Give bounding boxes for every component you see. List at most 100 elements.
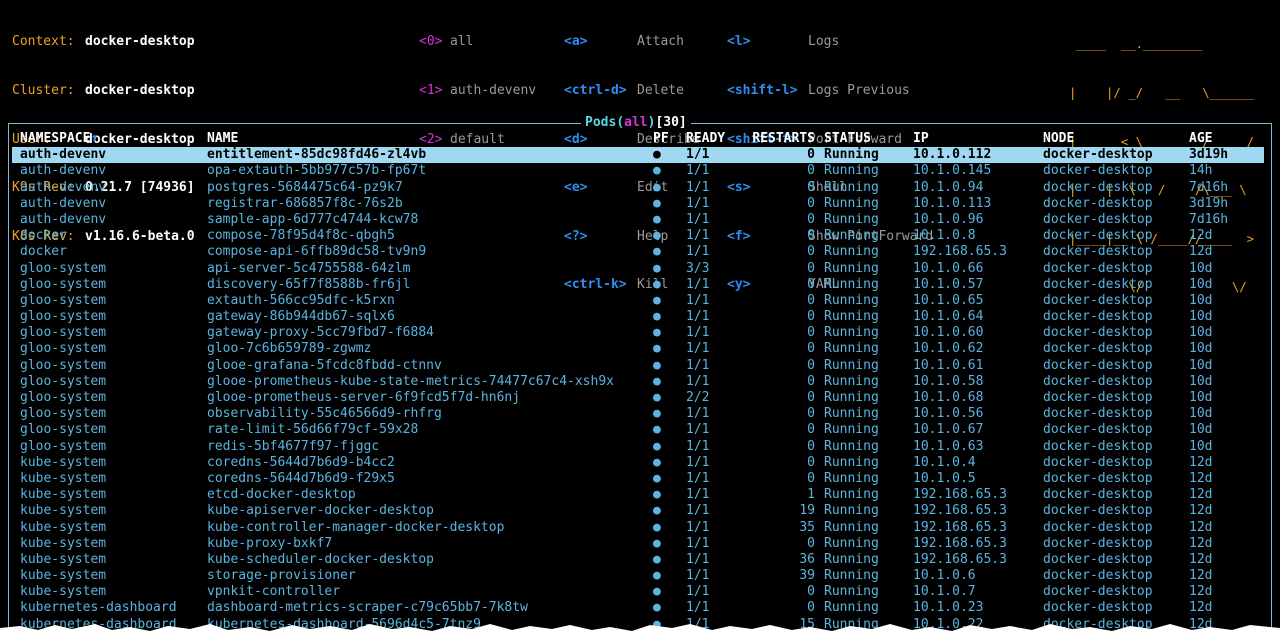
cell-ip: 10.1.0.64 <box>913 309 984 325</box>
table-row[interactable]: kube-system etcd-docker-desktop ● 1/1 1 Runni… <box>12 487 1264 503</box>
cell-pf: ● <box>653 535 661 551</box>
table-row[interactable]: auth-devenv registrar-686857f8c-76s2b ● 1/1… <box>12 196 1264 212</box>
cell-ready: 1/1 <box>686 309 710 325</box>
cell-ready: 1/1 <box>686 406 710 422</box>
column-header-node[interactable]: NODE <box>1043 131 1074 147</box>
table-row[interactable]: kube-system storage-provisioner ● 1/1 39 Runn… <box>12 568 1264 584</box>
table-row[interactable]: gloo-system glooe-prometheus-kube-state-m… <box>12 374 1264 390</box>
cell-restarts: 35 <box>799 519 815 535</box>
table-row[interactable]: kube-system kube-controller-manager-docke… <box>12 520 1264 536</box>
column-header-ready[interactable]: READY <box>686 131 725 147</box>
cell-status: Running <box>824 147 879 163</box>
cell-name: gloo-7c6b659789-zgwmz <box>207 341 372 357</box>
cell-age: 3d19h <box>1189 147 1229 163</box>
table-row[interactable]: gloo-system gateway-86b944db67-sqlx6 ● 1/1 0… <box>12 309 1264 325</box>
cell-pf: ● <box>653 276 661 292</box>
cell-pf: ● <box>653 422 661 438</box>
cell-status: Running <box>824 292 879 308</box>
frame-paren-close: ) <box>647 115 656 130</box>
table-row[interactable]: kube-system kube-scheduler-docker-desktop… <box>12 552 1264 568</box>
table-row[interactable]: gloo-system gateway-proxy-5cc79fbd7-f6884… <box>12 325 1264 341</box>
logo-line: ____ __.________ <box>1069 37 1255 52</box>
table-row[interactable]: gloo-system discovery-65f7f8588b-fr6jl ● 1/… <box>12 277 1264 293</box>
cell-node: docker-desktop <box>1043 244 1153 260</box>
table-row[interactable]: kube-system kube-apiserver-docker-desktop… <box>12 503 1264 519</box>
cell-restarts: 0 <box>807 195 815 211</box>
column-header-restarts[interactable]: RESTARTS <box>727 131 815 147</box>
cell-pf: ● <box>653 406 661 422</box>
namespace-shortcut[interactable]: <1> auth-devenv <box>419 83 536 99</box>
namespace-shortcut[interactable]: <0> all <box>419 34 536 50</box>
table-row[interactable]: kubernetes-dashboard dashboard-metrics-sc… <box>12 600 1264 616</box>
table-row[interactable]: kube-system coredns-5644d7b6d9-f29x5 ● 1/1 0… <box>12 471 1264 487</box>
cell-namespace: kube-system <box>20 535 107 551</box>
table-header: NAMESPACE↑ NAME PF READY RESTARTS STATUS… <box>12 131 1264 147</box>
table-row[interactable]: auth-devenv postgres-5684475c64-pz9k7 ● 1/1… <box>12 180 1264 196</box>
table-row[interactable]: gloo-system extauth-566cc95dfc-k5rxn ● 1/1 0… <box>12 293 1264 309</box>
cell-ready: 1/1 <box>686 325 710 341</box>
cell-pf: ● <box>653 163 661 179</box>
cell-name: glooe-prometheus-server-6f9fcd5f7d-hn6nj <box>207 390 521 405</box>
table-row[interactable]: auth-devenv sample-app-6d777c4744-kcw78 ● 1… <box>12 212 1264 228</box>
table-row[interactable]: gloo-system rate-limit-56d66f79cf-59x28 ● 1… <box>12 422 1264 438</box>
cell-pf: ● <box>653 309 661 325</box>
cell-ready: 1/1 <box>686 179 710 195</box>
cell-node: docker-desktop <box>1043 325 1153 341</box>
cell-ip: 10.1.0.63 <box>913 438 984 454</box>
table-row[interactable]: gloo-system api-server-5c4755588-64zlm ● 3/… <box>12 261 1264 277</box>
table-row[interactable]: docker compose-api-6ffb89dc58-tv9n9 ● 1/1 0 R… <box>12 244 1264 260</box>
menu-item[interactable]: <shift-l> Logs Previous <box>727 83 933 99</box>
table-row[interactable]: gloo-system redis-5bf4677f97-fjggc ● 1/1 0 Ru… <box>12 439 1264 455</box>
table-row[interactable]: kube-system kube-proxy-bxkf7 ● 1/1 0 Running 1… <box>12 536 1264 552</box>
cell-namespace: kube-system <box>20 503 107 519</box>
cell-pf: ● <box>653 390 661 405</box>
table-row[interactable]: gloo-system glooe-prometheus-server-6f9fc… <box>12 390 1264 406</box>
cell-ready: 1/1 <box>686 487 710 503</box>
cell-namespace: gloo-system <box>20 390 107 405</box>
table-row[interactable]: kube-system coredns-5644d7b6d9-b4cc2 ● 1/1 0… <box>12 455 1264 471</box>
shortcut-label: all <box>450 34 474 50</box>
table-row[interactable]: gloo-system glooe-grafana-5fcdc8fbdd-ctnn… <box>12 358 1264 374</box>
table-row[interactable]: auth-devenv opa-extauth-5bb977c57b-fp67t ●… <box>12 163 1264 179</box>
cell-ready: 1/1 <box>686 357 710 373</box>
menu-item[interactable]: <l> Logs <box>727 34 933 50</box>
column-header-namespace[interactable]: NAMESPACE↑ <box>20 131 98 147</box>
cell-restarts: 0 <box>807 406 815 422</box>
cell-ip: 192.168.65.3 <box>913 519 1007 535</box>
cell-pf: ● <box>653 487 661 503</box>
cell-name: coredns-5644d7b6d9-b4cc2 <box>207 454 395 470</box>
cell-ip: 10.1.0.5 <box>913 470 976 486</box>
cell-ip: 10.1.0.8 <box>913 228 976 244</box>
table-row[interactable]: kube-system vpnkit-controller ● 1/1 0 Running… <box>12 584 1264 600</box>
cell-status: Running <box>824 179 879 195</box>
menu-item[interactable]: <ctrl-d> Delete <box>564 83 700 99</box>
table-row[interactable]: gloo-system gloo-7c6b659789-zgwmz ● 1/1 0 Run… <box>12 341 1264 357</box>
cell-restarts: 0 <box>807 163 815 179</box>
column-header-status[interactable]: STATUS <box>824 131 871 147</box>
cell-namespace: docker <box>20 244 67 260</box>
cell-status: Running <box>824 584 879 600</box>
cell-ready: 1/1 <box>686 535 710 551</box>
column-header-age[interactable]: AGE <box>1189 131 1212 147</box>
column-header-ip[interactable]: IP <box>913 131 929 147</box>
menu-item[interactable]: <a> Attach <box>564 34 700 50</box>
cell-age: 12d <box>1189 228 1213 244</box>
cell-pf: ● <box>653 341 661 357</box>
cell-ready: 1/1 <box>686 519 710 535</box>
cell-node: docker-desktop <box>1043 179 1153 195</box>
cell-ip: 10.1.0.68 <box>913 390 984 405</box>
cell-age: 14h <box>1189 163 1213 179</box>
cell-namespace: kube-system <box>20 519 107 535</box>
cell-age: 12d <box>1189 470 1213 486</box>
table-row[interactable]: gloo-system observability-55c46566d9-rhfr… <box>12 406 1264 422</box>
column-header-name[interactable]: NAME <box>207 131 238 147</box>
cell-node: docker-desktop <box>1043 390 1153 405</box>
table-row-selected[interactable]: auth-devenv entitlement-85dc98fd46-zl4vb ●… <box>12 147 1264 164</box>
table-row[interactable]: docker compose-78f95d4f8c-qbgh5 ● 1/1 0 Runni… <box>12 228 1264 244</box>
cell-restarts: 0 <box>807 325 815 341</box>
column-header-pf[interactable]: PF <box>653 131 669 147</box>
cell-pf: ● <box>653 373 661 389</box>
cell-restarts: 19 <box>799 503 815 519</box>
cell-pf: ● <box>653 195 661 211</box>
cell-ready: 1/1 <box>686 276 710 292</box>
